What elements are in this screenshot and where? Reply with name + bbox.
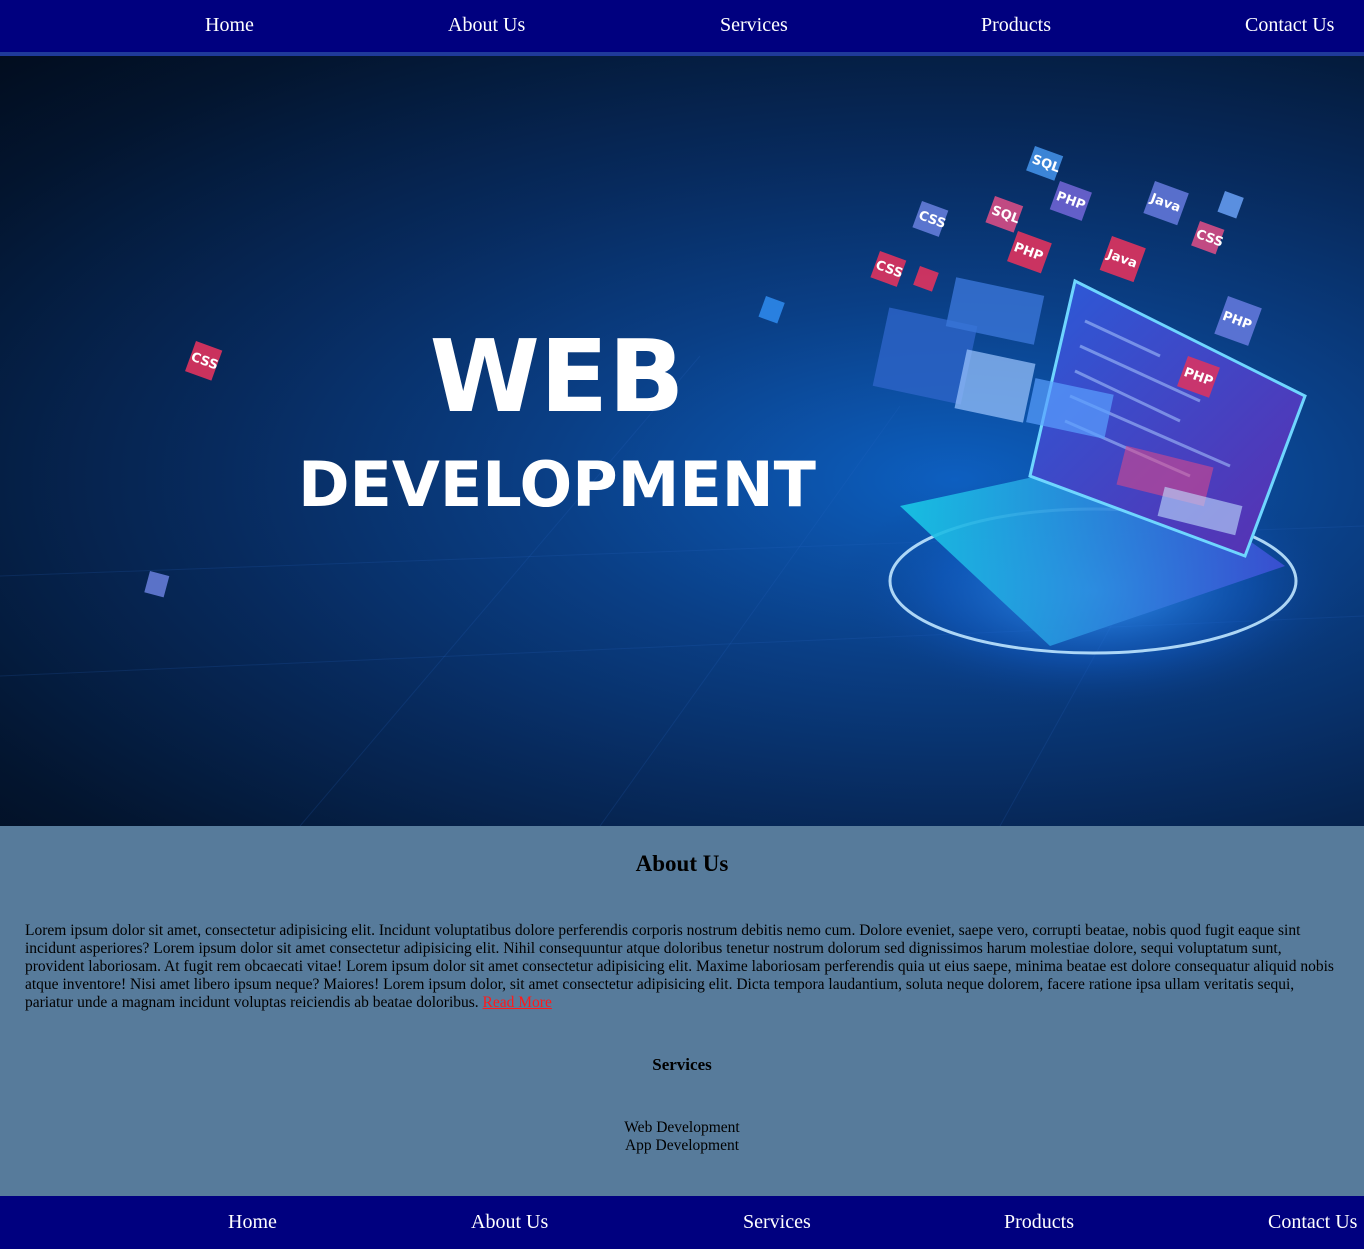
footer-about-link[interactable]: About Us [471,1211,548,1234]
tag-java-1: Java [1143,181,1189,226]
tag-php-2: PHP [1007,231,1052,274]
footer-contact-link[interactable]: Contact Us [1268,1211,1357,1234]
read-more-link[interactable]: Read More [483,994,552,1011]
tag-sql-1: SQL [1026,146,1064,181]
services-heading: Services [652,1055,712,1074]
top-nav: Home About Us Services Products Contact … [0,0,1364,56]
hero-banner: WEB DEVELOPMENT SQL PHP Java CSS SQL PHP… [0,56,1364,826]
nav-home-link[interactable]: Home [205,14,254,37]
hero-title-development: DEVELOPMENT [298,448,816,521]
services-list: Web Development App Development [0,1119,1364,1155]
footer-nav: Home About Us Services Products Contact … [0,1196,1364,1249]
tag-php-4: PHP [1214,296,1262,346]
about-body: Lorem ipsum dolor sit amet, consectetur … [25,922,1339,1012]
about-heading: About Us [635,851,729,876]
tag-css-1 [1217,191,1244,219]
footer-services-link[interactable]: Services [743,1211,811,1234]
nav-about-link[interactable]: About Us [448,14,525,37]
service-item-web-development: Web Development [624,1119,740,1136]
footer-home-link[interactable]: Home [228,1211,277,1234]
service-item-app-development: App Development [624,1137,740,1154]
footer-products-link[interactable]: Products [1004,1211,1074,1234]
tag-sql-2: SQL [985,196,1024,233]
nav-products-link[interactable]: Products [981,14,1051,37]
tag-php-3 [913,266,939,292]
nav-services-link[interactable]: Services [720,14,788,37]
nav-contact-link[interactable]: Contact Us [1245,14,1334,37]
tag-css-5 [758,296,785,324]
tag-php-6 [144,571,170,598]
tag-java-2: Java [1099,236,1146,283]
tag-css-3: CSS [1191,221,1225,255]
tag-php-1: PHP [1049,181,1092,221]
about-body-text: Lorem ipsum dolor sit amet, consectetur … [25,922,1334,1011]
tag-css-4: CSS [870,251,907,287]
tag-css-6: CSS [185,341,223,381]
hero-title-web: WEB [430,318,685,435]
hero-illustration: WEB DEVELOPMENT SQL PHP Java CSS SQL PHP… [0,146,1364,826]
about-section: About Us Lorem ipsum dolor sit amet, con… [0,826,1364,1196]
tag-css-2: CSS [912,201,949,237]
